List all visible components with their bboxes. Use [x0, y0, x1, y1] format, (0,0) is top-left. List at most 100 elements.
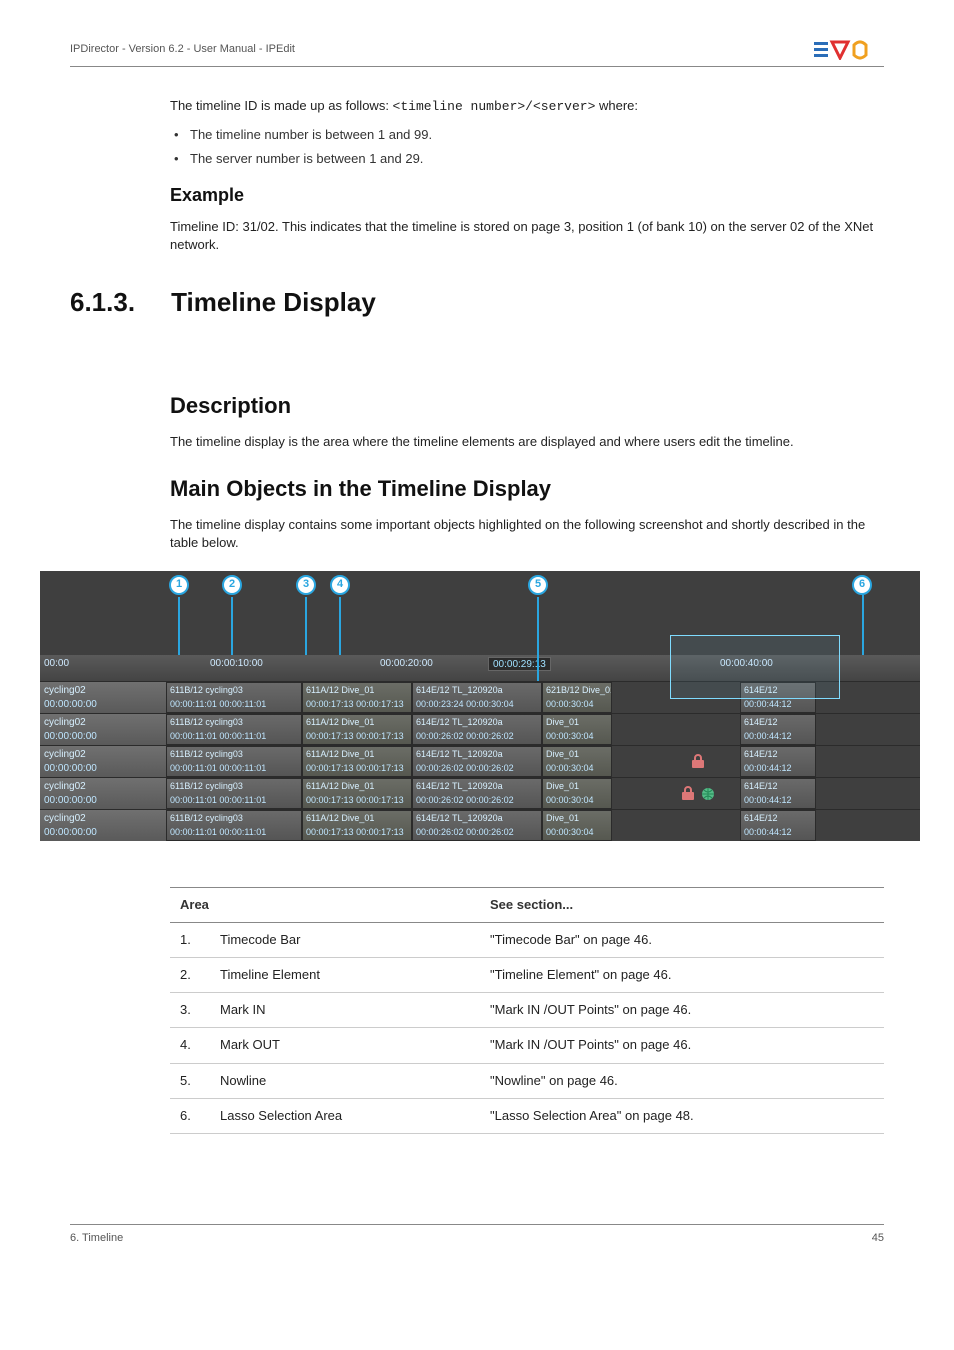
timeline-element[interactable]: 611B/12 cycling03 00:00:11:01 00:00:11:0…	[166, 778, 302, 809]
timeline-element[interactable]: 611B/12 cycling03 00:00:11:01 00:00:11:0…	[166, 714, 302, 745]
timeline-element[interactable]: 614E/12 00:00:44:12	[740, 810, 816, 841]
track-time: 00:00:00:00	[44, 698, 162, 712]
example-text: Timeline ID: 31/02. This indicates that …	[170, 218, 884, 254]
marker-2: 2	[222, 575, 242, 595]
area-table: Area See section... 1. Timecode Bar "Tim…	[170, 887, 884, 1134]
mainobjects-heading: Main Objects in the Timeline Display	[170, 474, 884, 505]
timeline-element[interactable]: 614E/12 TL_120920a 00:00:23:24 00:00:30:…	[412, 682, 542, 713]
track-name: cycling02	[44, 716, 162, 730]
track-time: 00:00:00:00	[44, 826, 162, 840]
clip-badge-icons	[680, 786, 716, 802]
track-row: cycling02 00:00:00:00 611B/12 cycling03 …	[40, 745, 920, 777]
row-name: Mark OUT	[210, 1028, 480, 1063]
row-see: "Timecode Bar" on page 46.	[480, 922, 884, 957]
timeline-element[interactable]: 614E/12 00:00:44:12	[740, 746, 816, 777]
track-label: cycling02 00:00:00:00	[40, 714, 166, 745]
row-name: Nowline	[210, 1063, 480, 1098]
evs-logo-icon	[814, 40, 884, 60]
nowline-timecode: 00:00:29:13	[488, 657, 551, 671]
timeline-element[interactable]: 611A/12 Dive_01 00:00:17:13 00:00:17:13	[302, 778, 412, 809]
timeline-element[interactable]: 611B/12 cycling03 00:00:11:01 00:00:11:0…	[166, 682, 302, 713]
table-row: 4. Mark OUT "Mark IN /OUT Points" on pag…	[170, 1028, 884, 1063]
track-time: 00:00:00:00	[44, 794, 162, 808]
marker-5-line	[537, 597, 539, 655]
marker-3: 3	[296, 575, 316, 595]
row-num: 1.	[170, 922, 210, 957]
example-heading: Example	[170, 183, 884, 208]
section-number: 6.1.3.	[70, 284, 135, 320]
tracks-area: cycling02 00:00:00:00 611B/12 cycling03 …	[40, 681, 920, 841]
header-text: IPDirector - Version 6.2 - User Manual -…	[70, 42, 295, 57]
row-num: 5.	[170, 1063, 210, 1098]
row-num: 3.	[170, 993, 210, 1028]
track-label: cycling02 00:00:00:00	[40, 746, 166, 777]
timeline-element[interactable]: 611B/12 cycling03 00:00:11:01 00:00:11:0…	[166, 810, 302, 841]
timeline-screenshot: 1 2 3 4 5 6 00:00 00:00:10:00 00:00:20:0…	[40, 571, 920, 841]
lasso-selection-area[interactable]	[670, 635, 840, 699]
intro-line1-post: where:	[595, 98, 638, 113]
row-name: Lasso Selection Area	[210, 1098, 480, 1133]
ruler-label-0: 00:00	[44, 657, 69, 671]
row-see: "Mark IN /OUT Points" on page 46.	[480, 993, 884, 1028]
timeline-element[interactable]: 614E/12 00:00:44:12	[740, 714, 816, 745]
track-time: 00:00:00:00	[44, 730, 162, 744]
timeline-element[interactable]: 611A/12 Dive_01 00:00:17:13 00:00:17:13	[302, 810, 412, 841]
row-name: Timecode Bar	[210, 922, 480, 957]
timeline-element[interactable]: 614E/12 00:00:44:12	[740, 778, 816, 809]
timeline-element[interactable]: Dive_01 00:00:30:04	[542, 714, 612, 745]
bullet-1: The timeline number is between 1 and 99.	[174, 126, 884, 144]
track-label: cycling02 00:00:00:00	[40, 810, 166, 841]
row-num: 2.	[170, 958, 210, 993]
marker-4: 4	[330, 575, 350, 595]
marker-6: 6	[852, 575, 872, 595]
ruler-label-2: 00:00:20:00	[380, 657, 433, 671]
clip-badge-icons	[690, 754, 706, 770]
timeline-element[interactable]: 611A/12 Dive_01 00:00:17:13 00:00:17:13	[302, 714, 412, 745]
track-time: 00:00:00:00	[44, 762, 162, 776]
timeline-element[interactable]: Dive_01 00:00:30:04	[542, 810, 612, 841]
track-row: cycling02 00:00:00:00 611B/12 cycling03 …	[40, 713, 920, 745]
table-row: 6. Lasso Selection Area "Lasso Selection…	[170, 1098, 884, 1133]
track-name: cycling02	[44, 684, 162, 698]
table-row: 2. Timeline Element "Timeline Element" o…	[170, 958, 884, 993]
timeline-element[interactable]: Dive_01 00:00:30:04	[542, 746, 612, 777]
description-heading: Description	[170, 391, 884, 422]
timeline-element[interactable]: 611B/12 cycling03 00:00:11:01 00:00:11:0…	[166, 746, 302, 777]
locked-icon	[680, 786, 696, 802]
timeline-element[interactable]: 614E/12 TL_120920a 00:00:26:02 00:00:26:…	[412, 746, 542, 777]
locked-icon	[690, 754, 706, 770]
track-name: cycling02	[44, 748, 162, 762]
timeline-element[interactable]: 611A/12 Dive_01 00:00:17:13 00:00:17:13	[302, 682, 412, 713]
track-label: cycling02 00:00:00:00	[40, 778, 166, 809]
row-name: Timeline Element	[210, 958, 480, 993]
table-row: 3. Mark IN "Mark IN /OUT Points" on page…	[170, 993, 884, 1028]
marker-1-line	[178, 597, 180, 655]
track-row: cycling02 00:00:00:00 611B/12 cycling03 …	[40, 777, 920, 809]
row-see: "Nowline" on page 46.	[480, 1063, 884, 1098]
timeline-element[interactable]: Dive_01 00:00:30:04	[542, 778, 612, 809]
table-row: 1. Timecode Bar "Timecode Bar" on page 4…	[170, 922, 884, 957]
track-name: cycling02	[44, 780, 162, 794]
intro-line1: The timeline ID is made up as follows: <…	[170, 97, 884, 116]
timeline-element[interactable]: 614E/12 TL_120920a 00:00:26:02 00:00:26:…	[412, 810, 542, 841]
page-footer: 6. Timeline 45	[70, 1224, 884, 1246]
bullet-2: The server number is between 1 and 29.	[174, 150, 884, 168]
table-head-area: Area	[170, 887, 480, 922]
row-num: 4.	[170, 1028, 210, 1063]
footer-right: 45	[872, 1231, 884, 1246]
row-num: 6.	[170, 1098, 210, 1133]
page-header: IPDirector - Version 6.2 - User Manual -…	[70, 0, 884, 67]
timeline-element[interactable]: 621B/12 Dive_01 00:00:30:04	[542, 682, 612, 713]
track-label: cycling02 00:00:00:00	[40, 682, 166, 713]
timeline-element[interactable]: 614E/12 TL_120920a 00:00:26:02 00:00:26:…	[412, 778, 542, 809]
intro-bullets: The timeline number is between 1 and 99.…	[174, 126, 884, 168]
table-head-see: See section...	[480, 887, 884, 922]
row-see: "Lasso Selection Area" on page 48.	[480, 1098, 884, 1133]
section-title: Timeline Display	[171, 284, 376, 320]
intro-line1-pre: The timeline ID is made up as follows:	[170, 98, 393, 113]
ruler-label-1: 00:00:10:00	[210, 657, 263, 671]
mainobjects-text: The timeline display contains some impor…	[170, 516, 884, 552]
marker-5: 5	[528, 575, 548, 595]
timeline-element[interactable]: 611A/12 Dive_01 00:00:17:13 00:00:17:13	[302, 746, 412, 777]
timeline-element[interactable]: 614E/12 TL_120920a 00:00:26:02 00:00:26:…	[412, 714, 542, 745]
